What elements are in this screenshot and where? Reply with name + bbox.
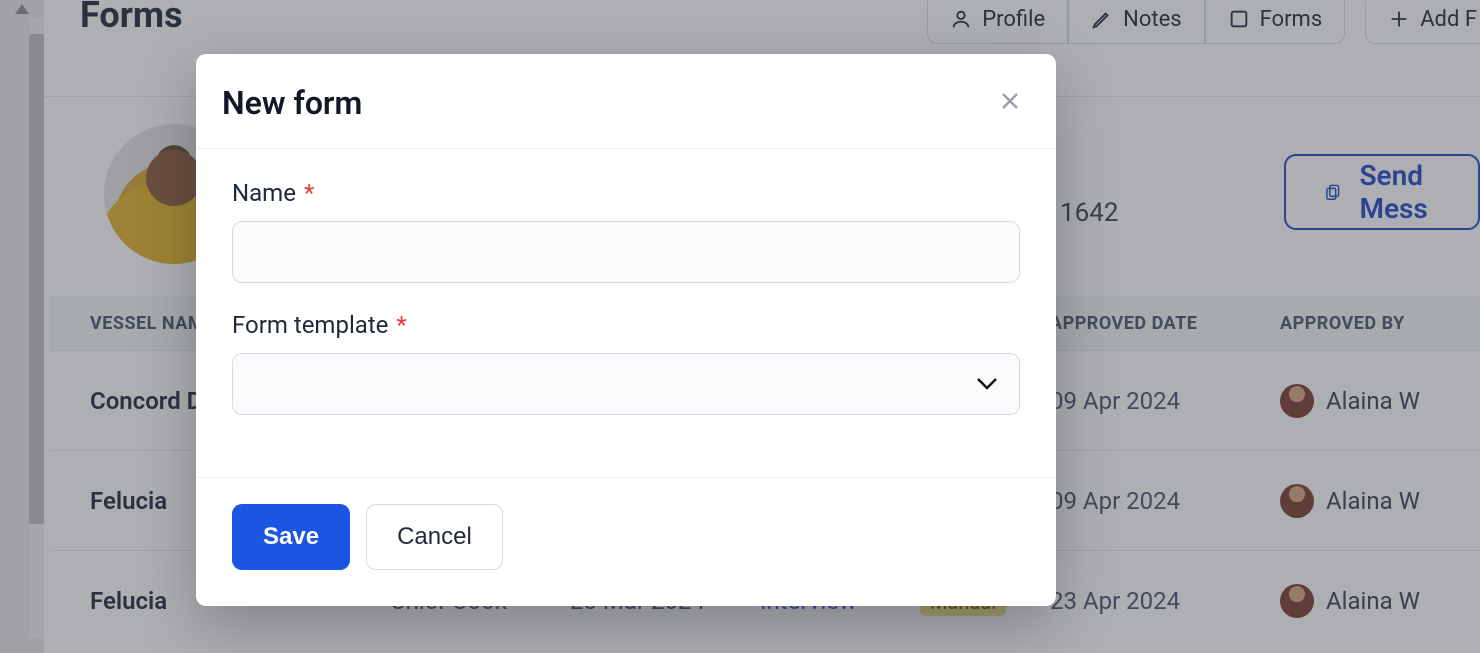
- required-mark: *: [396, 311, 406, 339]
- template-label: Form template *: [232, 311, 1020, 339]
- label-text: Form template: [232, 311, 388, 339]
- modal-title: New form: [222, 84, 362, 122]
- required-mark: *: [304, 179, 314, 207]
- template-select[interactable]: [232, 353, 1020, 415]
- modal-header: New form: [196, 54, 1056, 148]
- modal-footer: Save Cancel: [196, 477, 1056, 606]
- modal-body: Name * Form template *: [196, 149, 1056, 477]
- cancel-button[interactable]: Cancel: [366, 504, 503, 570]
- save-button[interactable]: Save: [232, 504, 350, 570]
- name-label: Name *: [232, 179, 1020, 207]
- new-form-modal: New form Name * Form template * Save Can…: [196, 54, 1056, 606]
- close-icon: [998, 89, 1022, 113]
- template-field: Form template *: [232, 311, 1020, 415]
- close-button[interactable]: [998, 89, 1022, 117]
- name-input[interactable]: [232, 221, 1020, 283]
- template-select-wrap: [232, 353, 1020, 415]
- label-text: Name: [232, 179, 296, 207]
- name-field: Name *: [232, 179, 1020, 283]
